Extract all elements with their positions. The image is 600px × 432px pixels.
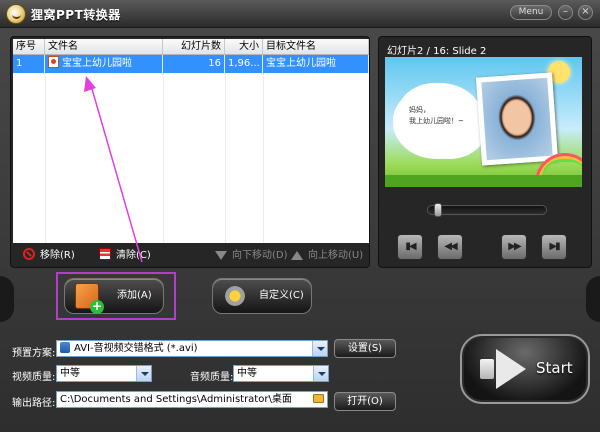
column-header-index[interactable]: 序号	[13, 39, 45, 54]
tools-gear-icon	[223, 283, 247, 309]
slide-text: 妈妈， 我上幼儿园啦！~	[409, 106, 464, 125]
move-down-button[interactable]: 向下移动(D)	[215, 248, 288, 264]
remove-icon	[23, 248, 35, 260]
row-filename-cell: 宝宝上幼儿园啦	[45, 55, 163, 73]
frame-notch-right	[586, 276, 600, 322]
row-index: 1	[13, 55, 45, 73]
table-header: 序号 文件名 幻灯片数 大小 目标文件名	[13, 39, 369, 55]
slide-counter: 幻灯片2 / 16: Slide 2	[387, 46, 487, 57]
audio-quality-label: 音频质量:	[190, 372, 234, 383]
chevron-down-icon	[312, 341, 327, 356]
title-bar: 狸窝PPT转换器 Menu – ×	[0, 0, 600, 28]
file-table[interactable]: 序号 文件名 幻灯片数 大小 目标文件名 1 宝宝上幼儿园啦 16 1,96..…	[13, 39, 369, 243]
seek-bar[interactable]	[427, 203, 547, 217]
menu-label: Menu	[518, 7, 544, 17]
frame-notch-left	[0, 276, 14, 322]
add-label: 添加(A)	[117, 290, 152, 301]
arrow-down-icon	[215, 251, 227, 260]
settings-button[interactable]: 设置(S)	[334, 339, 396, 358]
customize-label: 自定义(C)	[259, 290, 304, 301]
play-arrow-icon	[480, 349, 528, 389]
arrow-up-icon	[291, 251, 303, 260]
row-target: 宝宝上幼儿园啦	[263, 55, 369, 73]
table-row[interactable]: 1 宝宝上幼儿园啦 16 1,96... 宝宝上幼儿园啦	[13, 55, 369, 73]
output-path-label: 输出路径:	[12, 398, 56, 409]
row-slides: 16	[163, 55, 225, 73]
app-title: 狸窝PPT转换器	[31, 8, 121, 22]
slide-preview: 妈妈， 我上幼儿园啦！~	[385, 57, 582, 187]
grass-graphic	[385, 175, 582, 187]
app-logo-icon	[6, 4, 26, 24]
move-up-label: 向上移动(U)	[308, 250, 364, 261]
clear-button[interactable]: 清除(C)	[99, 248, 151, 264]
move-up-button[interactable]: 向上移动(U)	[291, 248, 363, 264]
move-down-label: 向下移动(D)	[232, 250, 288, 261]
output-path-field[interactable]: C:\Documents and Settings\Administrator\…	[56, 391, 328, 408]
column-header-slides[interactable]: 幻灯片数	[163, 39, 225, 54]
preset-label: 预置方案:	[12, 348, 56, 359]
row-filename: 宝宝上幼儿园啦	[62, 58, 132, 69]
table-gridlines	[13, 73, 369, 243]
audio-quality-select[interactable]: 中等	[233, 365, 329, 382]
first-slide-button[interactable]: ▮◀	[397, 234, 423, 260]
folder-icon[interactable]	[313, 394, 324, 403]
menu-button[interactable]: Menu	[510, 5, 552, 20]
previous-slide-button[interactable]: ◀◀	[437, 234, 463, 260]
last-slide-button[interactable]: ▶▮	[541, 234, 567, 260]
start-button[interactable]: Start	[460, 334, 590, 404]
start-label: Start	[536, 359, 573, 377]
list-toolbar: 移除(R) 清除(C) 向下移动(D) 向上移动(U)	[11, 245, 371, 267]
column-header-size[interactable]: 大小	[225, 39, 263, 54]
video-quality-label: 视频质量:	[12, 372, 56, 383]
audio-quality-value: 中等	[237, 368, 257, 379]
seek-handle[interactable]	[434, 203, 442, 217]
file-list-panel: 序号 文件名 幻灯片数 大小 目标文件名 1 宝宝上幼儿园啦 16 1,96..…	[10, 36, 370, 268]
preset-value: AVI-音视频交错格式 (*.avi)	[74, 343, 198, 354]
remove-label: 移除(R)	[40, 250, 75, 261]
add-file-icon	[75, 283, 104, 314]
open-button[interactable]: 打开(O)	[334, 392, 396, 411]
ppt-file-icon	[48, 56, 59, 68]
customize-button[interactable]: 自定义(C)	[212, 278, 312, 314]
add-button[interactable]: 添加(A)	[64, 278, 164, 314]
output-path-value: C:\Documents and Settings\Administrator\…	[60, 394, 292, 405]
row-size: 1,96...	[225, 55, 263, 73]
chevron-down-icon	[136, 366, 151, 381]
column-header-filename[interactable]: 文件名	[45, 39, 163, 54]
minimize-button[interactable]: –	[558, 5, 573, 20]
clear-label: 清除(C)	[116, 250, 151, 261]
child-photo	[476, 72, 558, 166]
preset-select[interactable]: AVI-音视频交错格式 (*.avi)	[56, 340, 328, 357]
video-quality-select[interactable]: 中等	[56, 365, 152, 382]
remove-button[interactable]: 移除(R)	[23, 248, 75, 264]
close-button[interactable]: ×	[578, 5, 593, 20]
avi-format-icon	[60, 342, 70, 353]
next-slide-button[interactable]: ▶▶	[501, 234, 527, 260]
clear-icon	[99, 248, 111, 260]
column-header-target[interactable]: 目标文件名	[263, 39, 369, 54]
app-window: 狸窝PPT转换器 Menu – × 序号 文件名 幻灯片数 大小 目标文件名 1…	[0, 0, 600, 432]
chevron-down-icon	[313, 366, 328, 381]
video-quality-value: 中等	[60, 368, 80, 379]
preview-panel: 幻灯片2 / 16: Slide 2 妈妈， 我上幼儿园啦！~ ▮◀ ◀◀ ▶▶…	[378, 36, 592, 268]
